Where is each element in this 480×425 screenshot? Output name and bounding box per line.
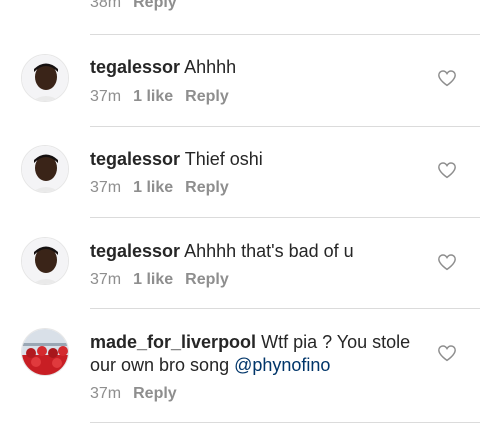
comment-text: tegalessor Ahhhh that's bad of u <box>90 240 420 263</box>
comment-time: 37m <box>90 271 122 288</box>
comment-body: Thief oshi <box>184 149 263 169</box>
likes-count[interactable]: 1 like <box>133 271 173 288</box>
user-avatar[interactable] <box>21 328 69 376</box>
comment-time: 38m <box>90 0 122 11</box>
user-avatar[interactable] <box>21 145 69 193</box>
divider <box>90 34 480 35</box>
heart-outline-icon[interactable] <box>437 253 457 271</box>
reply-button[interactable]: Reply <box>185 271 229 288</box>
divider <box>90 422 480 423</box>
divider <box>90 308 480 309</box>
divider <box>90 126 480 127</box>
divider <box>90 217 480 218</box>
reply-button[interactable]: Reply <box>133 385 177 402</box>
comment-meta: 37m 1 like Reply <box>90 88 229 106</box>
username-link[interactable]: tegalessor <box>90 57 180 77</box>
reply-button[interactable]: Reply <box>185 88 229 105</box>
mention-link[interactable]: @phynofino <box>234 355 330 375</box>
comment-time: 37m <box>90 385 122 402</box>
comment-meta: 37m 1 like Reply <box>90 271 229 289</box>
comment-time: 37m <box>90 179 122 196</box>
user-avatar[interactable] <box>21 237 69 285</box>
reply-button[interactable]: Reply <box>133 0 177 11</box>
comment-meta: 37m 1 like Reply <box>90 179 229 197</box>
heart-outline-icon[interactable] <box>437 161 457 179</box>
comment-text: made_for_liverpool Wtf pia ? You stole o… <box>90 331 420 377</box>
username-link[interactable]: tegalessor <box>90 149 180 169</box>
heart-outline-icon[interactable] <box>437 69 457 87</box>
comment-body: Ahhhh that's bad of u <box>184 241 354 261</box>
comment-meta: 37m Reply <box>90 385 177 403</box>
likes-count[interactable]: 1 like <box>133 179 173 196</box>
comment-text: tegalessor Ahhhh <box>90 56 420 79</box>
username-link[interactable]: tegalessor <box>90 241 180 261</box>
previous-comment-meta: 38m Reply <box>90 0 177 12</box>
username-link[interactable]: made_for_liverpool <box>90 332 256 352</box>
comment-time: 37m <box>90 88 122 105</box>
reply-button[interactable]: Reply <box>185 179 229 196</box>
comment-body: Ahhhh <box>184 57 237 77</box>
heart-outline-icon[interactable] <box>437 344 457 362</box>
comment-text: tegalessor Thief oshi <box>90 148 420 171</box>
likes-count[interactable]: 1 like <box>133 88 173 105</box>
user-avatar[interactable] <box>21 54 69 102</box>
